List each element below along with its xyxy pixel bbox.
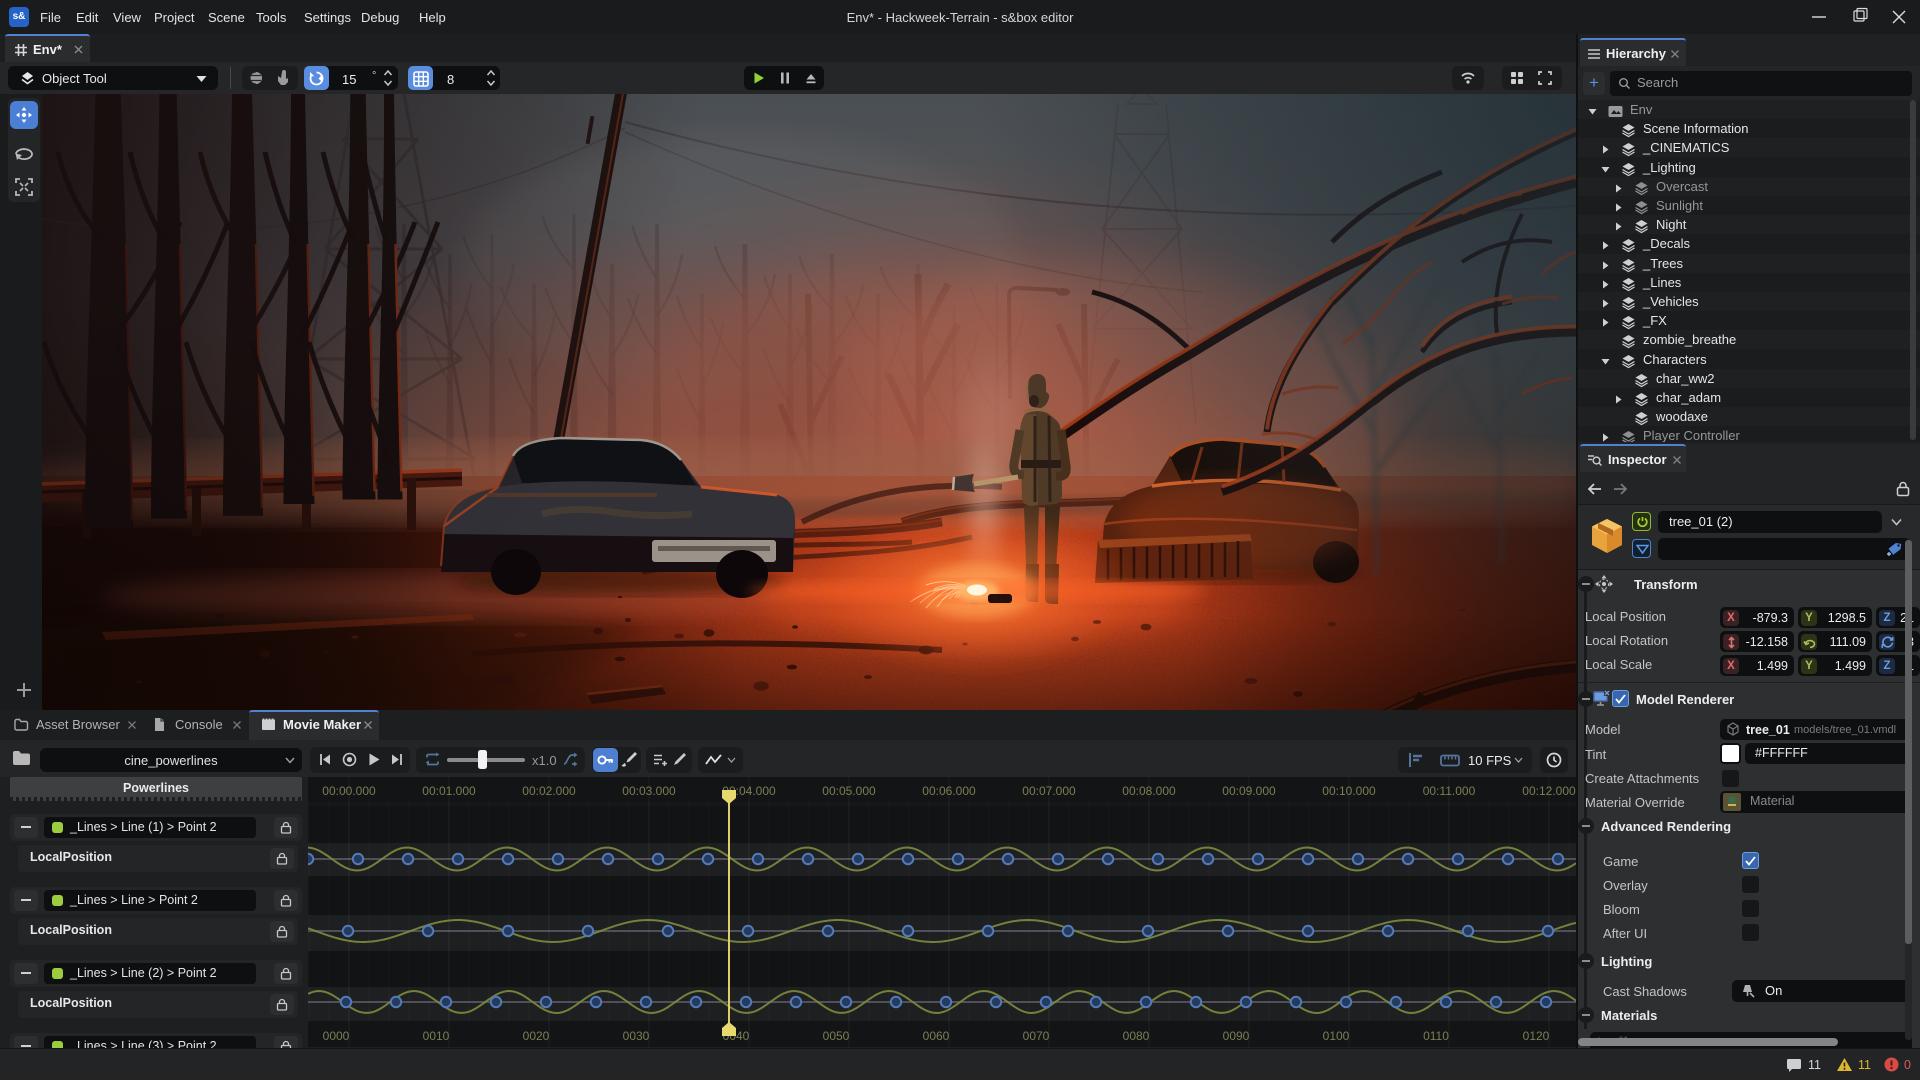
svg-text:00:00.000: 00:00.000	[322, 784, 376, 798]
svg-text:00:02.000: 00:02.000	[522, 784, 576, 798]
svg-text:00:09.000: 00:09.000	[1222, 784, 1276, 798]
svg-text:0070: 0070	[1023, 1029, 1050, 1043]
svg-text:0090: 0090	[1223, 1029, 1250, 1043]
svg-text:0010: 0010	[423, 1029, 450, 1043]
svg-text:00:08.000: 00:08.000	[1122, 784, 1176, 798]
svg-text:00:12.000: 00:12.000	[1522, 784, 1576, 798]
svg-text:00:06.000: 00:06.000	[922, 784, 976, 798]
svg-text:00:10.000: 00:10.000	[1322, 784, 1376, 798]
svg-text:00:01.000: 00:01.000	[422, 784, 476, 798]
svg-text:00:03.000: 00:03.000	[622, 784, 676, 798]
svg-text:0120: 0120	[1523, 1029, 1550, 1043]
svg-text:0060: 0060	[923, 1029, 950, 1043]
svg-text:00:05.000: 00:05.000	[822, 784, 876, 798]
svg-text:0020: 0020	[523, 1029, 550, 1043]
svg-text:0080: 0080	[1123, 1029, 1150, 1043]
svg-text:0050: 0050	[823, 1029, 850, 1043]
svg-text:0000: 0000	[323, 1029, 350, 1043]
svg-text:0030: 0030	[623, 1029, 650, 1043]
svg-text:0100: 0100	[1323, 1029, 1350, 1043]
svg-text:00:07.000: 00:07.000	[1022, 784, 1076, 798]
svg-text:00:11.000: 00:11.000	[1423, 784, 1476, 798]
svg-text:0110: 0110	[1423, 1029, 1449, 1043]
